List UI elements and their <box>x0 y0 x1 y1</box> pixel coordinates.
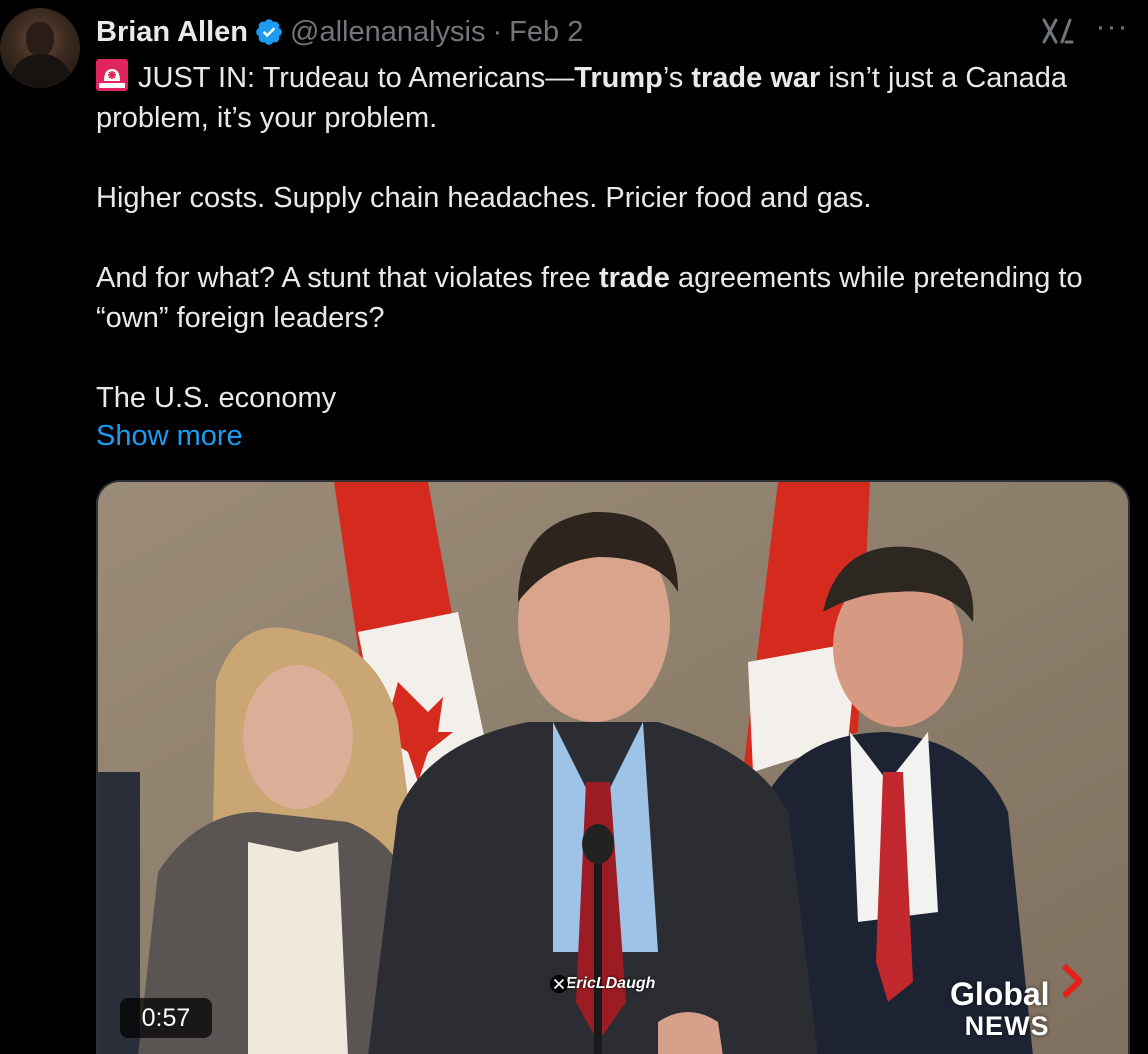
chevron-logo-icon <box>1062 964 1082 998</box>
paragraph-3: And for what? A stunt that violates free… <box>96 258 1136 338</box>
text-span: JUST IN: Trudeau to Americans— <box>138 62 575 94</box>
paragraph-1: JUST IN: Trudeau to Americans—Trump’s tr… <box>96 58 1136 138</box>
author-name[interactable]: Brian Allen <box>96 16 248 49</box>
author-avatar[interactable] <box>0 8 80 88</box>
verified-badge-icon[interactable] <box>254 17 284 47</box>
more-options-icon[interactable]: ··· <box>1094 12 1130 46</box>
video-duration-badge: 0:57 <box>120 998 212 1038</box>
author-handle[interactable]: @allenanalysis <box>290 16 485 49</box>
video-player[interactable]: @EricLDaugh 0:57 Global NEWS <box>96 480 1130 1054</box>
grok-icon[interactable] <box>1040 14 1076 48</box>
video-frame <box>98 482 1128 1054</box>
logo-line-1: Global <box>950 976 1050 1012</box>
show-more-link[interactable]: Show more <box>96 416 243 456</box>
global-news-logo: Global NEWS <box>950 964 1082 1042</box>
paragraph-4: The U.S. economy <box>96 382 337 414</box>
bold-keyword: trade war <box>691 62 821 94</box>
bold-keyword: Trump <box>574 62 663 94</box>
text-span: And for what? A stunt that violates free <box>96 262 599 294</box>
video-watermark: @EricLDaugh <box>550 975 655 993</box>
siren-icon <box>96 59 128 91</box>
paragraph-2: Higher costs. Supply chain headaches. Pr… <box>96 182 872 214</box>
text-span: ’s <box>662 62 692 94</box>
post-header: Brian Allen @allenanalysis · Feb 2 <box>96 12 583 52</box>
post-text: JUST IN: Trudeau to Americans—Trump’s tr… <box>96 58 1136 418</box>
logo-line-2: NEWS <box>964 1011 1050 1041</box>
post-date[interactable]: Feb 2 <box>509 16 583 49</box>
separator-dot: · <box>492 15 503 48</box>
bold-keyword: trade <box>598 262 670 294</box>
